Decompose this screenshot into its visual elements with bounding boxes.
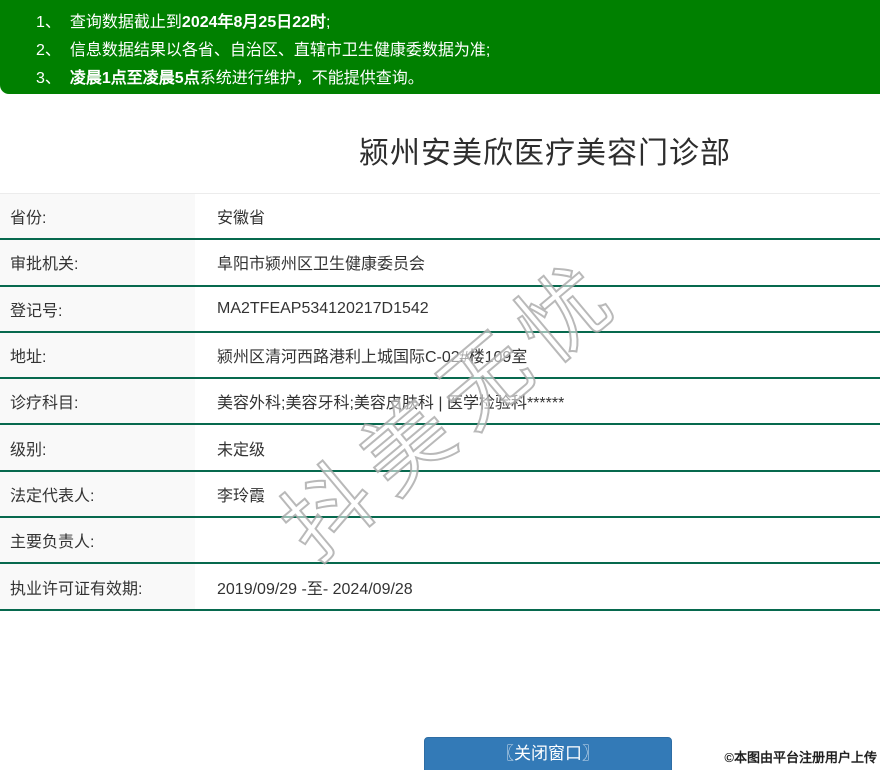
row-value: 阜阳市颍州区卫生健康委员会 <box>217 256 426 274</box>
row-value: 颍州区清河西路港利上城国际C-02#楼109室 <box>217 349 528 367</box>
row-label: 诊疗科目: <box>0 379 195 424</box>
row-label: 审批机关: <box>0 240 195 285</box>
row-label: 执业许可证有效期: <box>0 564 195 609</box>
row-label: 省份: <box>0 194 195 239</box>
notice-text: 系统进行维护，不能提供查询。 <box>199 70 424 87</box>
table-row: 主要负责人: <box>0 518 880 565</box>
notice-number: 2、 <box>36 42 61 59</box>
notice-line-1: 1、 查询数据截止到2024年8月25日22时; <box>36 9 880 37</box>
close-window-button[interactable]: 〖关闭窗口〗 <box>424 737 672 770</box>
notice-banner: 1、 查询数据截止到2024年8月25日22时; 2、 信息数据结果以各省、自治区、… <box>0 0 880 94</box>
row-value: 安徽省 <box>217 210 266 228</box>
notice-text-bold: 2024年8月25日22时 <box>181 14 327 31</box>
notice-text-bold: 凌晨1点至凌晨5点 <box>69 70 200 87</box>
query-result-page: 1、 查询数据截止到2024年8月25日22时; 2、 信息数据结果以各省、自治区、… <box>0 0 880 770</box>
notice-line-3: 3、 凌晨1点至凌晨5点系统进行维护，不能提供查询。 <box>36 65 880 93</box>
table-row: 省份: 安徽省 <box>0 194 880 241</box>
table-row: 法定代表人: 李玲霞 <box>0 471 880 519</box>
table-row: 审批机关: 阜阳市颍州区卫生健康委员会 <box>0 240 880 287</box>
row-label: 主要负责人: <box>0 518 195 563</box>
row-label: 登记号: <box>0 286 195 331</box>
notice-number: 3、 <box>36 70 61 87</box>
notice-text: ; <box>326 14 331 31</box>
table-row: 诊疗科目: 美容外科;美容牙科;美容皮肤科 | 医学检验科****** <box>0 379 880 426</box>
notice-text: 信息数据结果以各省、自治区、直辖市卫生健康委数据为准; <box>69 42 491 59</box>
row-label: 法定代表人: <box>0 471 195 517</box>
row-value: 2019/09/29 -至- 2024/09/28 <box>217 580 413 598</box>
notice-text: 查询数据截止到 <box>69 14 182 31</box>
clinic-info-table: 省份: 安徽省 审批机关: 阜阳市颍州区卫生健康委员会 登记号: MA2TFEA… <box>0 193 880 611</box>
notice-number: 1、 <box>36 14 61 31</box>
row-value: MA2TFEAP534120217D1542 <box>217 299 429 317</box>
table-row: 执业许可证有效期: 2019/09/29 -至- 2024/09/28 <box>0 564 880 611</box>
row-value: 李玲霞 <box>217 487 266 505</box>
row-label: 级别: <box>0 425 195 470</box>
clinic-title: 颍州安美欣医疗美容门诊部 <box>359 137 731 170</box>
row-value: 美容外科;美容牙科;美容皮肤科 | 医学检验科****** <box>217 395 565 413</box>
table-row: 地址: 颍州区清河西路港利上城国际C-02#楼109室 <box>0 332 880 380</box>
row-value: 未定级 <box>217 441 266 459</box>
table-row: 登记号: MA2TFEAP534120217D1542 <box>0 286 880 333</box>
notice-line-2: 2、 信息数据结果以各省、自治区、直辖市卫生健康委数据为准; <box>36 37 880 65</box>
copyright-note: ©本图由平台注册用户上传 <box>724 750 877 765</box>
table-row: 级别: 未定级 <box>0 425 880 472</box>
row-label: 地址: <box>0 332 195 378</box>
title-row: 颍州安美欣医疗美容门诊部 <box>0 128 880 172</box>
